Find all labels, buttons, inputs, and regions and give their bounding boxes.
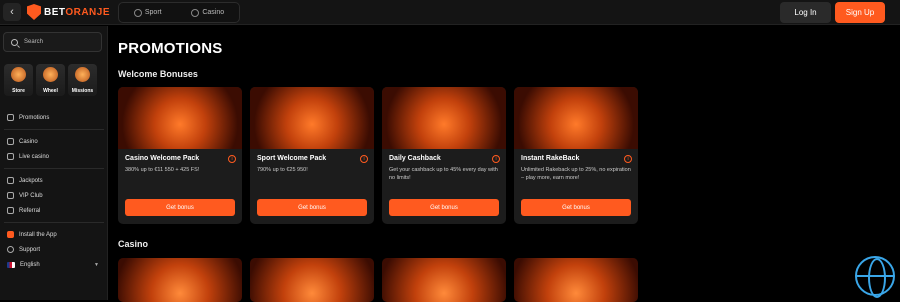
- support-icon: [7, 246, 14, 253]
- sidebar-item-install-app[interactable]: Install the App: [0, 227, 108, 242]
- page-title: PROMOTIONS: [118, 40, 223, 57]
- top-bar: ‹ BETORANJE Sport Casino Log In Sign Up: [0, 0, 900, 25]
- card-description: Get your cashback up to 45% every day wi…: [389, 167, 498, 181]
- uk-flag-icon: [7, 261, 15, 268]
- card-title: Instant RakeBack: [521, 155, 580, 162]
- live-icon: [7, 153, 14, 160]
- promo-card: Daily Cashback i Get your cashback up to…: [382, 87, 506, 224]
- info-icon[interactable]: i: [624, 155, 632, 163]
- logo[interactable]: BETORANJE: [27, 4, 110, 20]
- roulette-promo-card[interactable]: [382, 258, 506, 302]
- jackpot-icon: [7, 177, 14, 184]
- tab-sport[interactable]: Sport: [133, 8, 162, 17]
- sidebar-item-promotions[interactable]: Promotions: [0, 110, 108, 125]
- ball-icon: [133, 8, 142, 17]
- card-title: Sport Welcome Pack: [257, 155, 327, 162]
- card-description: Unlimited Rakeback up to 25%, no expirat…: [521, 167, 631, 181]
- chevron-down-icon: ▼: [94, 261, 99, 268]
- logo-icon: [27, 4, 41, 20]
- quick-links: Store Wheel Missions: [4, 64, 97, 96]
- section-title-casino: Casino: [118, 239, 149, 249]
- search-icon: [11, 38, 18, 46]
- calendar-promo-card[interactable]: [118, 258, 242, 302]
- get-bonus-button[interactable]: Get bonus: [257, 199, 367, 216]
- get-bonus-button[interactable]: Get bonus: [125, 199, 235, 216]
- mode-switch: Sport Casino: [118, 2, 240, 23]
- megaphone-icon: [7, 207, 14, 214]
- main-content: PROMOTIONS Welcome Bonuses Casino Welcom…: [118, 26, 900, 302]
- info-icon[interactable]: i: [360, 155, 368, 163]
- sidebar-nav: Promotions Casino Live casino Jackpots V…: [0, 110, 108, 272]
- sidebar-item-referral[interactable]: Referral: [0, 203, 108, 218]
- quick-link-wheel[interactable]: Wheel: [36, 64, 65, 96]
- sidebar: Search Store Wheel Missions Promotions C…: [0, 26, 108, 300]
- wallet-image: [514, 87, 638, 149]
- divider: [4, 222, 104, 223]
- card-description: 790% up to €25 950!: [257, 167, 308, 173]
- sidebar-item-live-casino[interactable]: Live casino: [0, 149, 108, 164]
- sidebar-item-casino[interactable]: Casino: [0, 134, 108, 149]
- casino-cards: [118, 258, 638, 302]
- logo-text: BETORANJE: [44, 6, 111, 18]
- promo-card: Instant RakeBack i Unlimited Rakeback up…: [514, 87, 638, 224]
- info-icon[interactable]: i: [228, 155, 236, 163]
- sidebar-item-jackpots[interactable]: Jackpots: [0, 173, 108, 188]
- card-title: Daily Cashback: [389, 155, 441, 162]
- language-select[interactable]: English ▼: [0, 257, 108, 272]
- slot-machine-image: [118, 87, 242, 149]
- cards-icon: [191, 8, 200, 17]
- search-input[interactable]: Search: [3, 32, 102, 52]
- crown-icon: [7, 192, 14, 199]
- piggy-bank-promo-card[interactable]: [250, 258, 374, 302]
- coin-jar-image: [382, 87, 506, 149]
- promo-card: Casino Welcome Pack i 380% up to €11 550…: [118, 87, 242, 224]
- promo-card: Sport Welcome Pack i 790% up to €25 950!…: [250, 87, 374, 224]
- sidebar-item-vip-club[interactable]: VIP Club: [0, 188, 108, 203]
- card-title: Casino Welcome Pack: [125, 155, 200, 162]
- login-button[interactable]: Log In: [780, 2, 831, 23]
- app-icon: [7, 231, 14, 238]
- football-image: [250, 87, 374, 149]
- card-description: 380% up to €11 550 + 425 FS!: [125, 167, 200, 173]
- slot-icon: [7, 138, 14, 145]
- signup-button[interactable]: Sign Up: [835, 2, 885, 23]
- section-title-welcome: Welcome Bonuses: [118, 69, 198, 79]
- quick-link-missions[interactable]: Missions: [68, 64, 97, 96]
- globe-icon[interactable]: [855, 256, 895, 298]
- back-button[interactable]: ‹: [3, 3, 21, 21]
- divider: [4, 129, 104, 130]
- quick-link-store[interactable]: Store: [4, 64, 33, 96]
- get-bonus-button[interactable]: Get bonus: [389, 199, 499, 216]
- gifts-promo-card[interactable]: [514, 258, 638, 302]
- wheel-icon: [43, 67, 58, 82]
- tab-casino[interactable]: Casino: [191, 8, 224, 17]
- sidebar-item-support[interactable]: Support: [0, 242, 108, 257]
- get-bonus-button[interactable]: Get bonus: [521, 199, 631, 216]
- divider: [4, 168, 104, 169]
- info-icon[interactable]: i: [492, 155, 500, 163]
- chevron-left-icon: ‹: [10, 6, 14, 18]
- welcome-cards: Casino Welcome Pack i 380% up to €11 550…: [118, 87, 638, 224]
- rocket-icon: [75, 67, 90, 82]
- gift-icon: [7, 114, 14, 121]
- store-icon: [11, 67, 26, 82]
